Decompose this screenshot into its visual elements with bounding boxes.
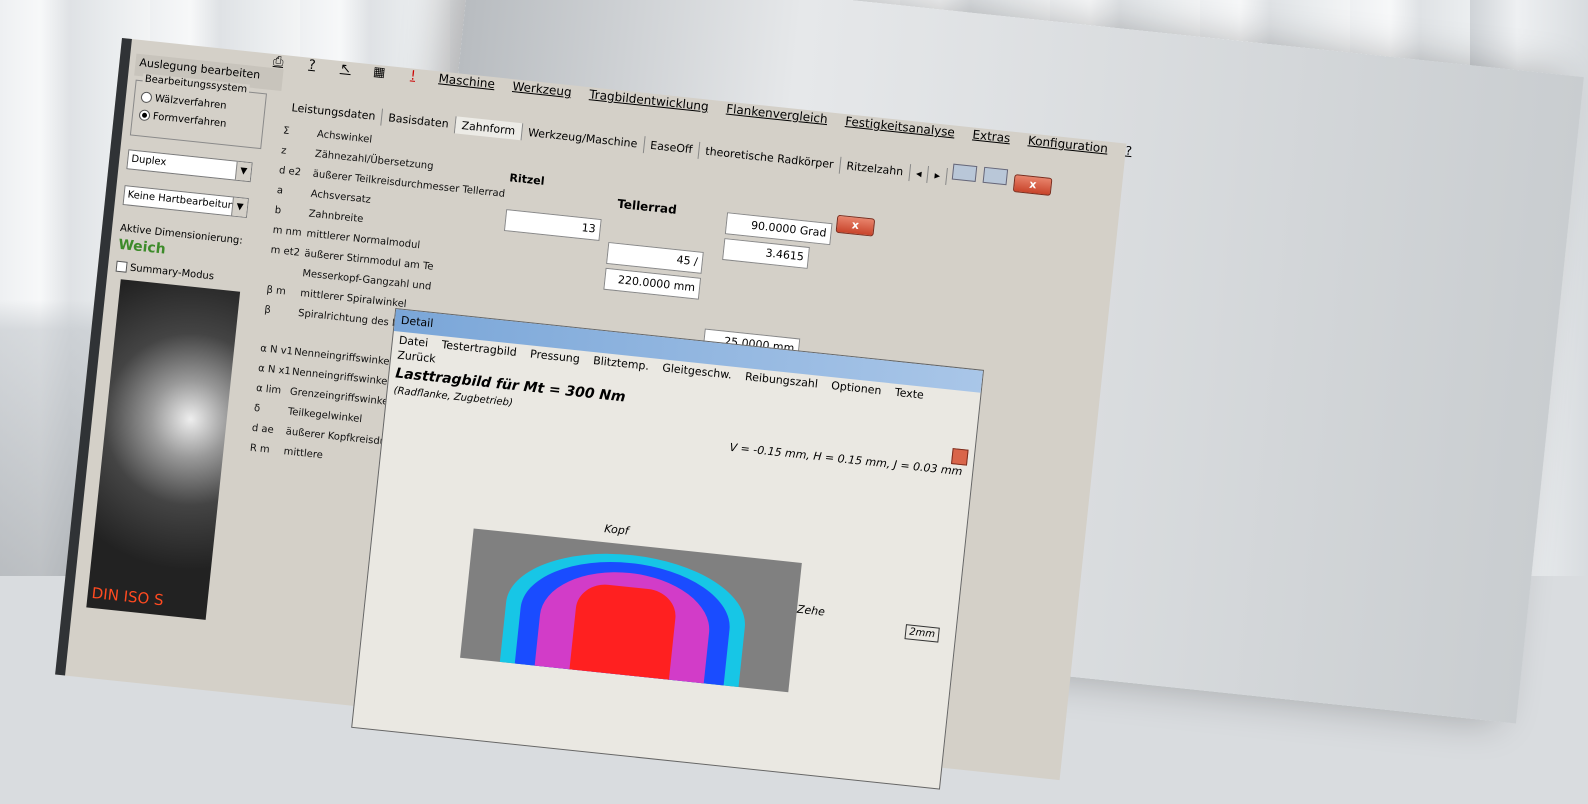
field-value: 90.0000 [750,218,798,237]
radio-waelzverfahren[interactable]: Wälzverfahren [140,91,227,112]
contact-pattern-heatmap [460,528,802,693]
heat-red [569,581,679,680]
tab-easeoff[interactable]: EaseOff [643,136,701,159]
field-value: 220.0000 [617,273,671,292]
window-controls: x [951,163,1053,196]
detail-menu-texte[interactable]: Texte [894,386,924,402]
row-symbol: d e2 [278,165,302,179]
app-screen: ⎙ ? ↖ ▦ ! Maschine Werkzeug Tragbildentw… [55,38,1133,790]
radio-label: Formverfahren [152,111,227,130]
minimize-icon[interactable] [951,163,978,183]
checkbox[interactable] [115,260,128,273]
close-icon[interactable]: x [835,214,876,237]
row-label: Zahnbreite [308,208,364,226]
ratio-field[interactable]: 3.4615 [722,238,810,269]
chevron-down-icon[interactable]: ▼ [231,197,248,217]
d-e2-field[interactable]: 220.0000 mm [603,267,702,300]
warning-icon[interactable]: ! [404,68,422,86]
radio-label: Wälzverfahren [154,93,227,112]
row-label: mittlerer Normalmodul [305,228,421,252]
summary-checkbox[interactable]: Summary-Modus [115,260,215,283]
row-symbol: b [274,204,282,217]
tab-radkoerper[interactable]: theoretische Radkörper [698,142,842,174]
field-unit: mm [673,279,696,295]
row-symbol: δ [253,402,261,415]
field-value: 45 [675,253,692,268]
checkbox-label: Summary-Modus [129,262,215,283]
row-symbol: α N v1 [259,343,294,358]
bearbeitungssystem-group: Bearbeitungssystem Wälzverfahren Formver… [129,73,267,150]
zehe-label: Zehe [796,602,826,619]
close-icon[interactable]: x [1012,174,1053,196]
row-symbol: a [276,185,284,197]
row-symbol: Σ [282,125,291,137]
tab-zahnform[interactable]: Zahnform [454,116,523,141]
image-caption: DIN ISO S [90,583,165,610]
dialog-close-button[interactable]: x [835,212,876,237]
row-symbol: R m [249,442,271,456]
column-ritzel: Ritzel [508,171,546,188]
tab-basisdaten[interactable]: Basisdaten [381,108,457,134]
detail-title: Detail [400,313,434,331]
row-label: Achsversatz [310,188,372,206]
maximize-icon[interactable] [982,166,1009,186]
row-label: mittlere [283,446,324,462]
duplex-select[interactable]: Duplex ▼ [126,149,253,183]
radio-circle-selected[interactable] [138,109,151,122]
row-label: Messerkopf-Gangzahl und [301,268,432,293]
ritzel-z-field[interactable]: 13 [503,209,602,242]
help-cursor-icon[interactable]: ↖ [337,61,355,79]
row-label: Achswinkel [316,128,373,146]
detail-close-icon[interactable] [951,448,969,466]
row-symbol: α lim [255,382,282,397]
row-symbol: β [263,304,272,317]
row-symbol: m et2 [270,244,301,259]
row-symbol: z [280,145,287,157]
kopf-label: Kopf [603,522,630,538]
row-label: mittlerer Spiralwinkel [299,288,408,311]
question-icon[interactable]: ? [303,57,321,75]
dimension-value: Weich [117,236,167,258]
tab-werkzeug[interactable]: Werkzeug/Maschine [521,123,646,154]
row-label: äußerer Stirnmodul am Te [303,248,434,273]
chevron-down-icon[interactable]: ▼ [234,161,252,182]
column-tellerrad: Tellerrad [616,196,678,217]
table-icon[interactable]: ▦ [370,64,388,82]
row-label: Grenzeingriffswinkel [289,386,392,409]
select-value: Keine Hartbearbeitung [127,189,241,213]
tab-scroll-left-icon[interactable]: ◂ [909,164,930,184]
hartbearbeitung-select[interactable]: Keine Hartbearbeitung ▼ [122,185,249,219]
field-sep: / [693,255,699,269]
scale-label: 2mm [904,624,940,643]
row-label: Zähnezahl/Übersetzung [314,148,434,173]
detail-window: Detail Datei Testertragbild Pressung Bli… [351,308,985,790]
field-unit: Grad [799,223,828,240]
menu-help[interactable]: ? [1125,144,1133,159]
tab-scroll-right-icon[interactable]: ▸ [927,166,948,185]
detail-menu-datei[interactable]: Datei [398,334,429,350]
tab-ritzelzahn[interactable]: Ritzelzahn [839,156,912,182]
row-symbol: m nm [272,224,303,239]
gear-image: DIN ISO S [86,279,241,620]
select-value: Duplex [130,153,167,169]
tab-leistungsdaten[interactable]: Leistungsdaten [284,98,384,126]
row-symbol: α N x1 [257,363,292,378]
row-symbol: d ae [251,422,275,436]
row-label: Teilkegelwinkel [287,406,363,426]
radio-circle[interactable] [140,91,153,104]
row-symbol: β m [265,284,287,298]
row-symbol [268,273,302,277]
radio-formverfahren[interactable]: Formverfahren [138,109,227,130]
menu-extras[interactable]: Extras [972,127,1011,145]
